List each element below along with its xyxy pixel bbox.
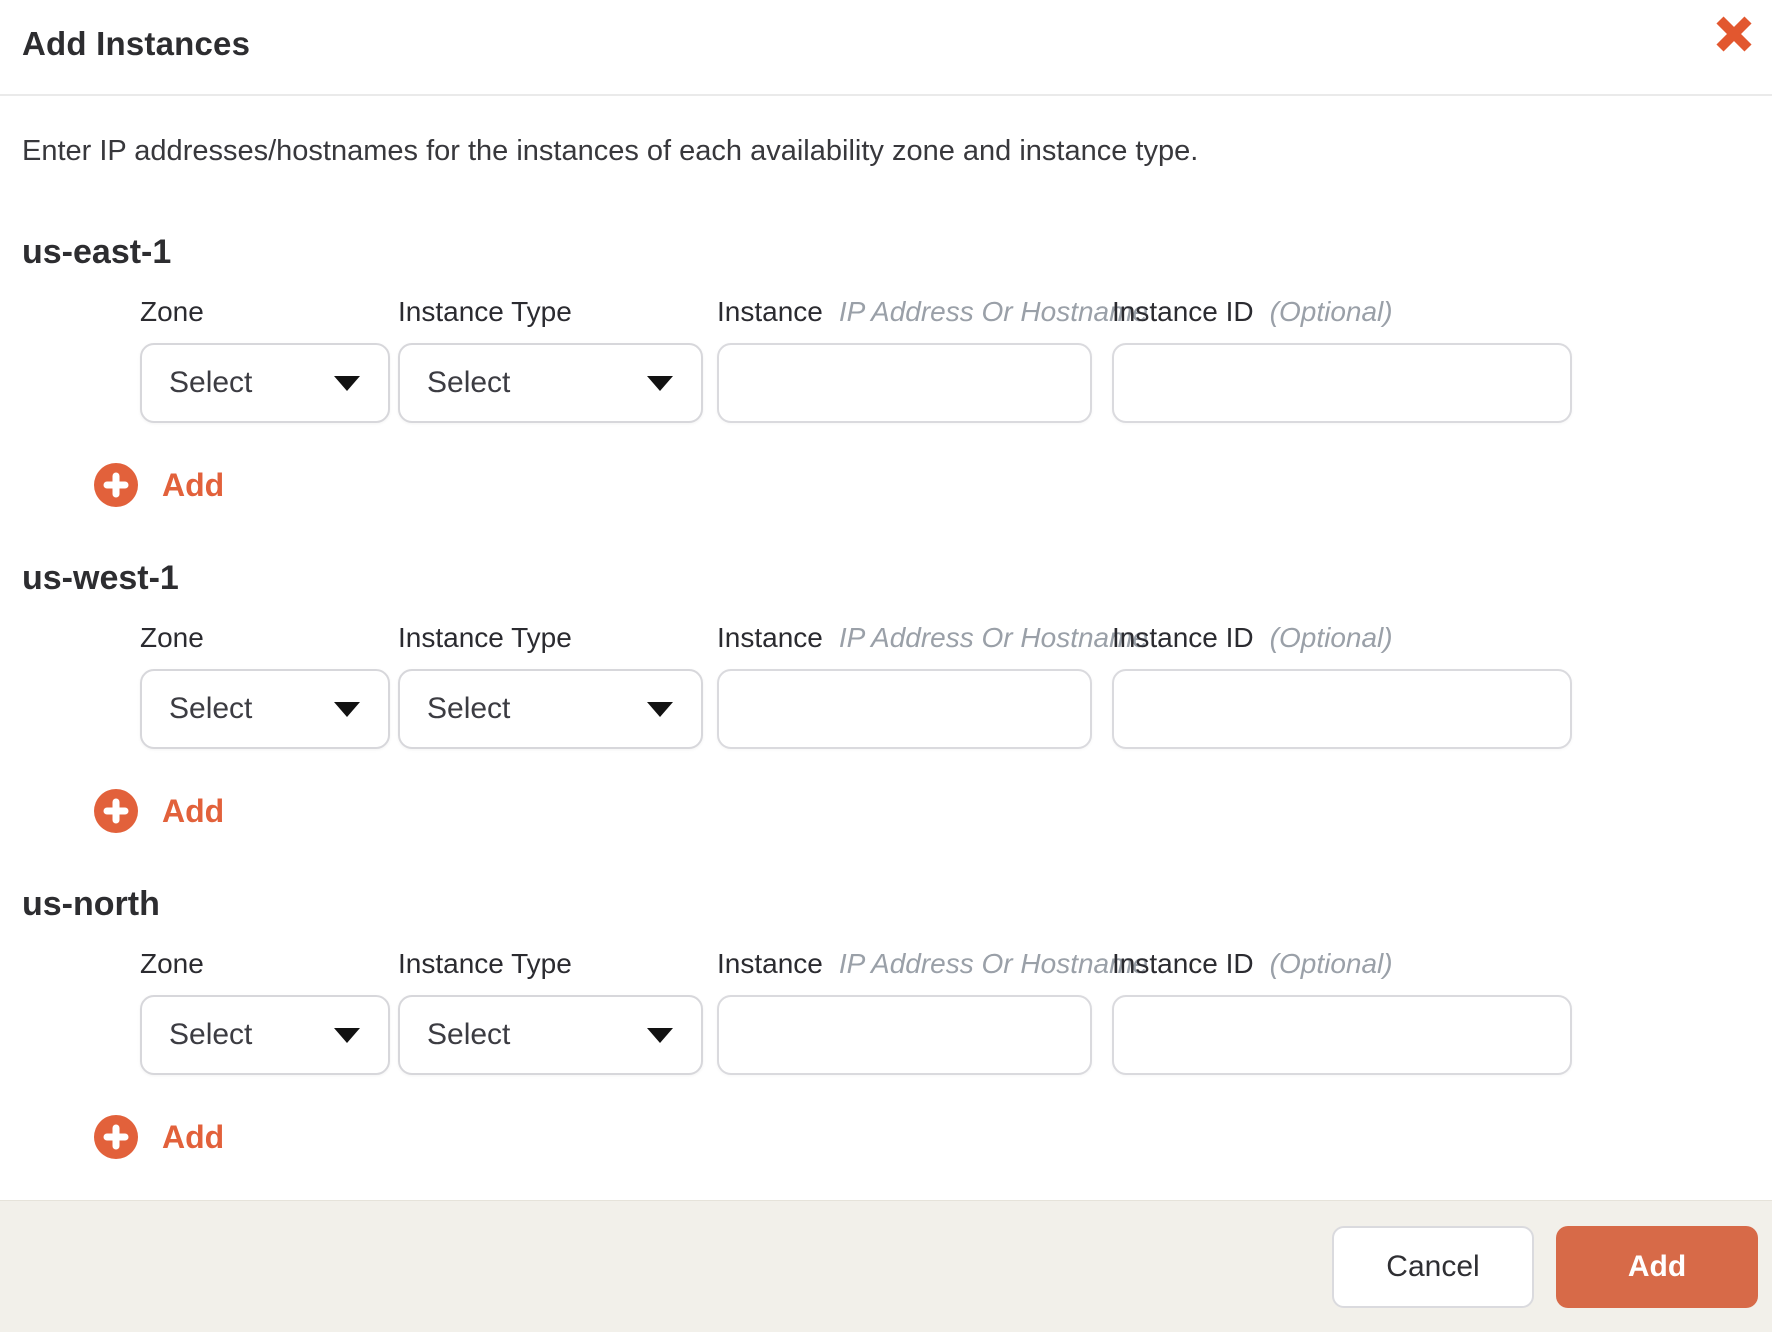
instance-input[interactable] [717, 995, 1092, 1075]
zone-select[interactable]: Select [140, 343, 390, 423]
chevron-down-icon [647, 1028, 673, 1043]
instance-field: Instance IP Address Or Hostname [717, 621, 1148, 749]
instance-field: Instance IP Address Or Hostname [717, 295, 1148, 423]
instance-label: Instance [717, 948, 823, 979]
zone-label: Zone [140, 948, 204, 979]
instance-form-row: Zone Select Instance Type Select Instanc… [140, 621, 1750, 749]
instance-type-select-value: Select [427, 692, 511, 725]
chevron-down-icon [334, 702, 360, 717]
instance-type-label: Instance Type [398, 948, 572, 979]
instance-id-field: Instance ID (Optional) [1112, 947, 1572, 1075]
instance-type-field: Instance Type Select [398, 295, 703, 423]
instance-id-hint: (Optional) [1269, 622, 1393, 653]
instance-hint: IP Address Or Hostname [838, 296, 1149, 327]
add-row-button[interactable]: Add [94, 1115, 224, 1159]
instance-form-row: Zone Select Instance Type Select Instanc… [140, 947, 1750, 1075]
instance-type-label: Instance Type [398, 622, 572, 653]
instance-input[interactable] [717, 669, 1092, 749]
instance-id-field: Instance ID (Optional) [1112, 621, 1572, 749]
add-row-label: Add [162, 466, 225, 503]
section-title: us-east-1 [22, 233, 172, 271]
instance-type-field: Instance Type Select [398, 621, 703, 749]
zone-select[interactable]: Select [140, 669, 390, 749]
instance-field: Instance IP Address Or Hostname [717, 947, 1148, 1075]
instance-id-input[interactable] [1112, 669, 1572, 749]
instance-id-label: Instance ID [1112, 948, 1254, 979]
zone-select[interactable]: Select [140, 995, 390, 1075]
chevron-down-icon [647, 702, 673, 717]
section-title: us-west-1 [22, 559, 179, 597]
instance-id-hint: (Optional) [1269, 296, 1393, 327]
instance-id-field: Instance ID (Optional) [1112, 295, 1572, 423]
zone-field: Zone Select [140, 621, 390, 749]
chevron-down-icon [647, 376, 673, 391]
zone-field: Zone Select [140, 295, 390, 423]
close-button[interactable] [1712, 12, 1756, 56]
zone-select-value: Select [169, 366, 253, 399]
instance-id-label: Instance ID [1112, 296, 1254, 327]
instance-hint: IP Address Or Hostname [838, 622, 1149, 653]
instance-hint: IP Address Or Hostname [838, 948, 1149, 979]
zone-select-value: Select [169, 692, 253, 725]
section-title: us-north [22, 885, 160, 923]
instance-input[interactable] [717, 343, 1092, 423]
instance-label: Instance [717, 296, 823, 327]
plus-circle-icon [94, 463, 138, 507]
modal-title: Add Instances [22, 25, 251, 62]
add-row-button[interactable]: Add [94, 463, 224, 507]
instance-id-hint: (Optional) [1269, 948, 1393, 979]
zone-label: Zone [140, 296, 204, 327]
add-row-label: Add [162, 1118, 225, 1155]
section-us-north: us-north Zone Select Instance Type Selec… [22, 883, 1750, 1159]
cancel-button[interactable]: Cancel [1332, 1225, 1534, 1308]
modal-footer: Cancel Add [0, 1200, 1772, 1332]
modal-description: Enter IP addresses/hostnames for the ins… [22, 135, 1199, 167]
instance-type-select[interactable]: Select [398, 669, 703, 749]
chevron-down-icon [334, 1028, 360, 1043]
instance-type-select-value: Select [427, 366, 511, 399]
zone-select-value: Select [169, 1018, 253, 1051]
instance-type-label: Instance Type [398, 296, 572, 327]
zone-field: Zone Select [140, 947, 390, 1075]
instance-form-row: Zone Select Instance Type Select Instanc… [140, 295, 1750, 423]
instance-type-select-value: Select [427, 1018, 511, 1051]
add-button[interactable]: Add [1556, 1225, 1758, 1308]
instance-type-field: Instance Type Select [398, 947, 703, 1075]
instance-type-select[interactable]: Select [398, 995, 703, 1075]
instance-label: Instance [717, 622, 823, 653]
section-us-west-1: us-west-1 Zone Select Instance Type Sele… [22, 557, 1750, 833]
add-row-button[interactable]: Add [94, 789, 224, 833]
instance-id-input[interactable] [1112, 343, 1572, 423]
modal-body: Enter IP addresses/hostnames for the ins… [0, 133, 1772, 1159]
modal-header: Add Instances [0, 0, 1772, 96]
x-icon [1715, 15, 1753, 53]
instance-type-select[interactable]: Select [398, 343, 703, 423]
section-us-east-1: us-east-1 Zone Select Instance Type Sele… [22, 231, 1750, 507]
zone-label: Zone [140, 622, 204, 653]
plus-circle-icon [94, 1115, 138, 1159]
instance-id-label: Instance ID [1112, 622, 1254, 653]
add-row-label: Add [162, 792, 225, 829]
plus-circle-icon [94, 789, 138, 833]
instance-id-input[interactable] [1112, 995, 1572, 1075]
chevron-down-icon [334, 376, 360, 391]
